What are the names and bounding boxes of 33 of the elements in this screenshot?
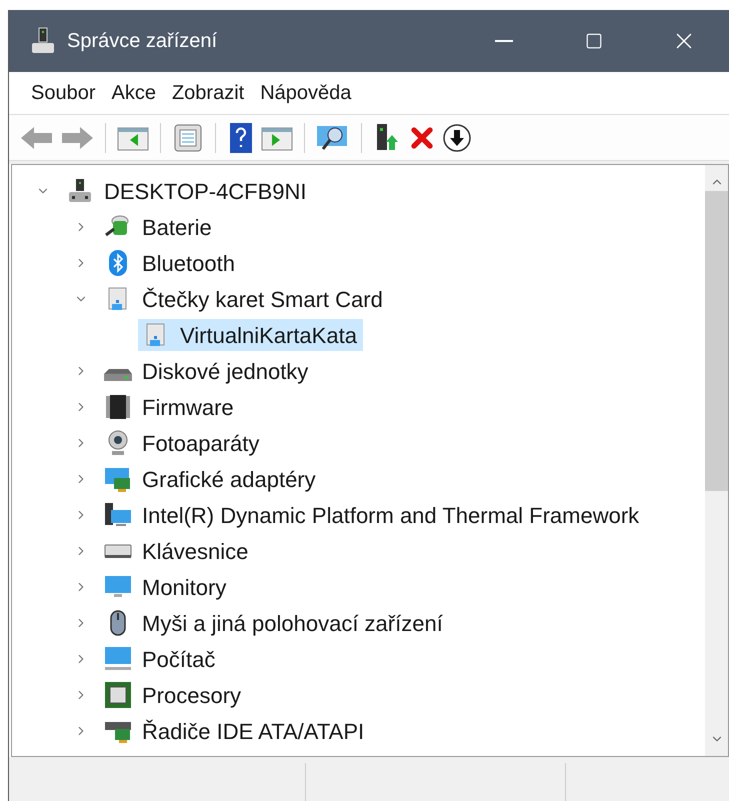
download-icon[interactable]	[442, 122, 472, 152]
menu-item[interactable]: Zobrazit	[164, 78, 252, 108]
disk-drive-icon	[104, 369, 132, 381]
menu-item[interactable]: Akce	[104, 78, 164, 108]
minimize-icon	[495, 40, 513, 42]
processor-icon	[104, 681, 132, 709]
tree-item[interactable]: Fotoaparáty	[100, 427, 266, 459]
tree-item[interactable]: Bluetooth	[100, 247, 241, 279]
computer-icon	[66, 177, 94, 205]
menu-item[interactable]: Nápověda	[252, 78, 360, 108]
tree-item[interactable]: Řadiče IDE ATA/ATAPI	[100, 715, 370, 747]
monitor-icon	[104, 645, 132, 673]
tree-item[interactable]: Diskové jednotky	[100, 355, 314, 387]
chip-icon	[104, 393, 132, 421]
tree-item[interactable]: Intel(R) Dynamic Platform and Thermal Framework	[100, 499, 646, 531]
tree-item[interactable]: Grafické adaptéry	[100, 463, 322, 495]
tree-item[interactable]: Procesory	[100, 679, 248, 711]
display-adapter-icon	[104, 465, 132, 493]
window-title: Správce zařízení	[67, 29, 218, 54]
tree-item[interactable]: Čtečky karet Smart Card	[100, 283, 389, 315]
menu-item[interactable]: Soubor	[23, 78, 104, 108]
computer-icon	[29, 26, 57, 56]
tree-item[interactable]: Baterie	[100, 211, 218, 243]
tree-item[interactable]: Myši a jiná polohovací zařízení	[100, 607, 449, 639]
maximize-icon	[585, 32, 603, 50]
tree-item[interactable]: DESKTOP-4CFB9NI	[62, 175, 313, 207]
tree-item[interactable]: Firmware	[100, 391, 240, 423]
tree-item[interactable]: Klávesnice	[100, 535, 254, 567]
tree-item[interactable]: Počítač	[100, 643, 222, 675]
computer-monitor-icon	[104, 501, 132, 529]
tree-item[interactable]: VirtualniKartaKata	[138, 319, 363, 351]
scrollbar[interactable]	[705, 165, 728, 756]
tree-item[interactable]: Monitory	[100, 571, 232, 603]
